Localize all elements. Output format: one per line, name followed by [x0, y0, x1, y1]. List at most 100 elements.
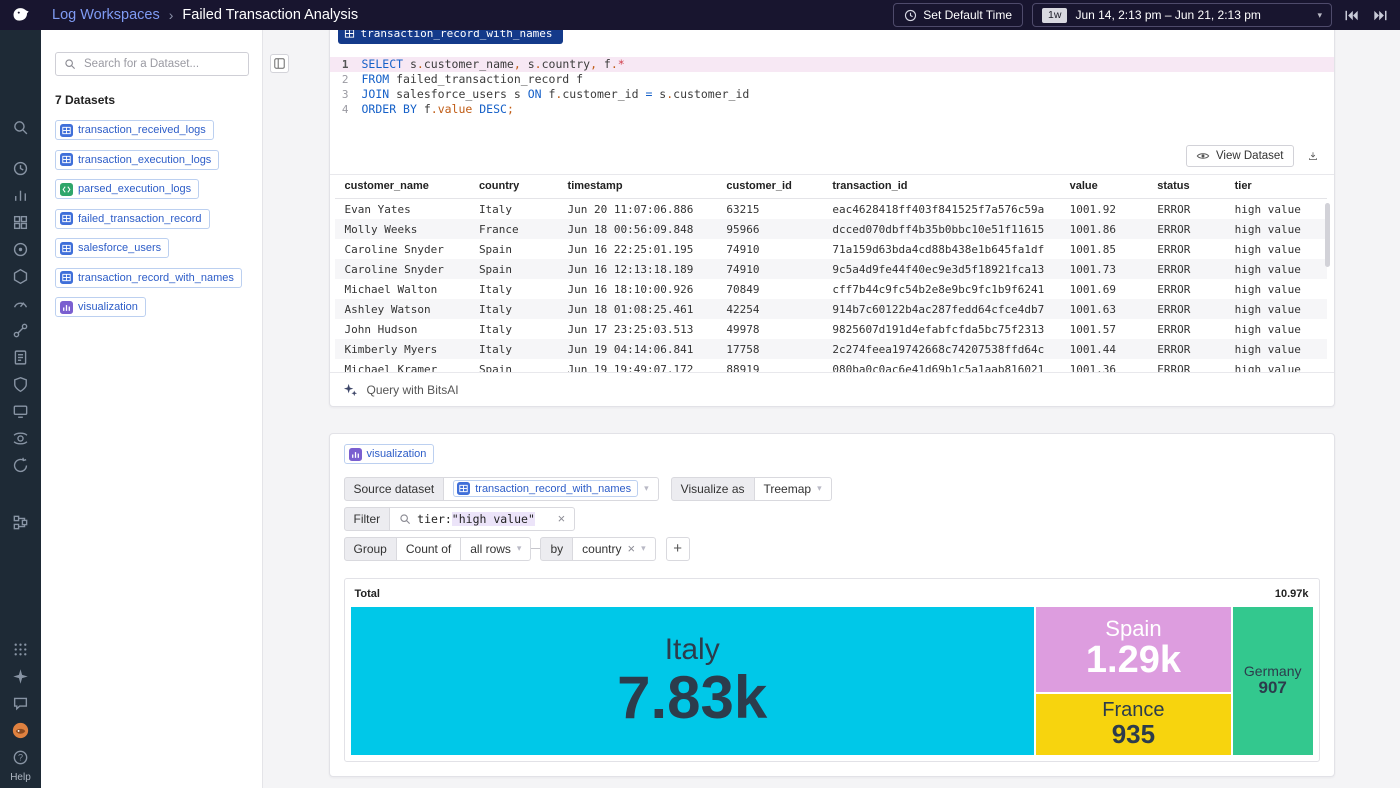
group-by-dropdown[interactable]: country × ▾	[572, 537, 655, 561]
query-with-bitsai-button[interactable]: Query with BitsAI	[330, 372, 1334, 406]
add-group-by-button[interactable]: +	[666, 537, 690, 561]
help-icon[interactable]: ?	[0, 744, 41, 771]
metrics-icon[interactable]	[0, 182, 41, 209]
table-cell: dcced070dbff4b35b0bbc10e51f11615	[822, 219, 1059, 239]
column-header-tier: tier	[1225, 175, 1327, 199]
table-cell: John Hudson	[335, 319, 469, 339]
column-header-country: country	[469, 175, 558, 199]
treemap-total-label: Total	[355, 588, 380, 600]
download-button[interactable]	[1302, 145, 1324, 167]
treemap-segment-italy[interactable]: Italy7.83k	[351, 607, 1034, 755]
count-of-label: Count of	[396, 537, 461, 561]
workflows-icon[interactable]	[0, 509, 41, 536]
search-icon[interactable]	[0, 114, 41, 141]
filter-query-text: tier:"high value"	[417, 512, 535, 526]
chat-icon[interactable]	[0, 690, 41, 717]
count-of-dropdown[interactable]: all rows ▾	[460, 537, 531, 561]
infrastructure-icon[interactable]	[0, 263, 41, 290]
dataset-chip-transaction_received_logs[interactable]: transaction_received_logs	[55, 120, 214, 140]
skip-back-button[interactable]	[1341, 5, 1361, 25]
table-cell: Jun 17 23:25:03.513	[558, 319, 717, 339]
dataset-chip-label: parsed_execution_logs	[78, 183, 191, 195]
table-cell: 95966	[716, 219, 822, 239]
skip-forward-button[interactable]	[1370, 5, 1390, 25]
history-icon[interactable]	[0, 155, 41, 182]
table-row[interactable]: Molly WeeksFranceJun 18 00:56:09.8489596…	[335, 219, 1327, 239]
clear-filter-icon[interactable]: ×	[558, 511, 566, 526]
table-cell: 63215	[716, 199, 822, 220]
breadcrumb-log-workspaces-link[interactable]: Log Workspaces	[52, 7, 160, 23]
table-scrollbar[interactable]	[1325, 203, 1330, 267]
table-cell: 080ba0c0ac6e41d69b1c5a1aab816021	[822, 359, 1059, 372]
logs-icon[interactable]	[0, 344, 41, 371]
collapse-panel-button[interactable]	[270, 54, 289, 73]
rum-icon[interactable]	[0, 398, 41, 425]
table-row[interactable]: Michael KramerSpainJun 19 19:49:07.17288…	[335, 359, 1327, 372]
treemap-segment-spain[interactable]: Spain1.29k	[1036, 607, 1231, 692]
visualize-as-dropdown[interactable]: Treemap ▾	[754, 477, 832, 501]
table-icon	[60, 242, 73, 255]
network-icon[interactable]	[0, 317, 41, 344]
treemap-segment-germany[interactable]: Germany907	[1233, 607, 1313, 755]
dataset-chip-failed_transaction_record[interactable]: failed_transaction_record	[55, 209, 210, 229]
table-row[interactable]: Caroline SnyderSpainJun 16 12:13:18.1897…	[335, 259, 1327, 279]
left-nav-rail: ?Help	[0, 30, 41, 788]
visualize-as-label: Visualize as	[671, 477, 755, 501]
table-cell: Michael Kramer	[335, 359, 469, 372]
table-cell: 74910	[716, 259, 822, 279]
table-row[interactable]: John HudsonItalyJun 17 23:25:03.51349978…	[335, 319, 1327, 339]
synthetics-icon[interactable]	[0, 425, 41, 452]
view-dataset-button[interactable]: View Dataset	[1186, 145, 1294, 167]
dataset-chip-salesforce_users[interactable]: salesforce_users	[55, 238, 169, 258]
time-range-picker[interactable]: 1w Jun 14, 2:13 pm – Jun 21, 2:13 pm ▾	[1032, 3, 1332, 27]
remove-group-by-icon[interactable]: ×	[628, 541, 636, 556]
dataset-chip-label: transaction_record_with_names	[78, 272, 234, 284]
sql-code: JOIN salesforce_users s ON f.customer_id…	[362, 87, 750, 102]
table-cell: 1001.86	[1060, 219, 1148, 239]
bits-avatar-icon[interactable]	[0, 717, 41, 744]
dataset-chip-parsed_execution_logs[interactable]: parsed_execution_logs	[55, 179, 199, 199]
dataset-search[interactable]	[55, 52, 249, 76]
treemap-segment-france[interactable]: France935	[1036, 694, 1231, 755]
sql-line: 2FROM failed_transaction_record f	[330, 72, 1334, 87]
dataset-chip-transaction_execution_logs[interactable]: transaction_execution_logs	[55, 150, 219, 170]
chevron-down-icon: ▾	[1317, 10, 1322, 21]
dataset-list-item: failed_transaction_record	[55, 209, 249, 231]
treemap-column: Spain1.29kFrance935	[1036, 607, 1231, 755]
datadog-logo-icon[interactable]	[0, 0, 41, 30]
dataset-chip-visualization[interactable]: visualization	[55, 297, 146, 317]
table-cell: Ashley Watson	[335, 299, 469, 319]
visualization-chip[interactable]: visualization	[344, 444, 435, 464]
table-cell: Caroline Snyder	[335, 239, 469, 259]
filter-input[interactable]: tier:"high value" ×	[389, 507, 575, 531]
help-label[interactable]: Help	[10, 772, 31, 783]
group-by-value: country	[582, 542, 621, 556]
security-icon[interactable]	[0, 371, 41, 398]
dataset-chip-transaction_record_with_names[interactable]: transaction_record_with_names	[55, 268, 242, 288]
table-row[interactable]: Ashley WatsonItalyJun 18 01:08:25.461422…	[335, 299, 1327, 319]
table-row[interactable]: Caroline SnyderSpainJun 16 22:25:01.1957…	[335, 239, 1327, 259]
table-cell: high value	[1225, 299, 1327, 319]
table-row[interactable]: Evan YatesItalyJun 20 11:07:06.88663215e…	[335, 199, 1327, 220]
table-row[interactable]: Michael WaltonItalyJun 16 18:10:00.92670…	[335, 279, 1327, 299]
source-dataset-dropdown[interactable]: transaction_record_with_names ▾	[443, 477, 658, 501]
ci-icon[interactable]	[0, 452, 41, 479]
set-default-time-button[interactable]: Set Default Time	[893, 3, 1023, 27]
table-cell: Jun 19 19:49:07.172	[558, 359, 717, 372]
table-icon	[60, 212, 73, 225]
table-cell: Kimberly Myers	[335, 339, 469, 359]
dataset-search-input[interactable]	[82, 57, 240, 71]
table-row[interactable]: Kimberly MyersItalyJun 19 04:14:06.84117…	[335, 339, 1327, 359]
watchdog-icon[interactable]	[0, 236, 41, 263]
table-header-row: customer_namecountrytimestampcustomer_id…	[335, 175, 1327, 199]
sql-editor[interactable]: 1SELECT s.customer_name, s.country, f.*2…	[330, 44, 1334, 139]
table-cell: Jun 16 12:13:18.189	[558, 259, 717, 279]
table-cell: ERROR	[1147, 279, 1224, 299]
apps-icon[interactable]	[0, 636, 41, 663]
dashboards-icon[interactable]	[0, 209, 41, 236]
sparkle-icon[interactable]	[0, 663, 41, 690]
table-cell: eac4628418ff403f841525f7a576c59a	[822, 199, 1059, 220]
active-dataset-tab[interactable]: transaction_record_with_names	[338, 30, 563, 44]
apm-icon[interactable]	[0, 290, 41, 317]
table-cell: Jun 19 04:14:06.841	[558, 339, 717, 359]
